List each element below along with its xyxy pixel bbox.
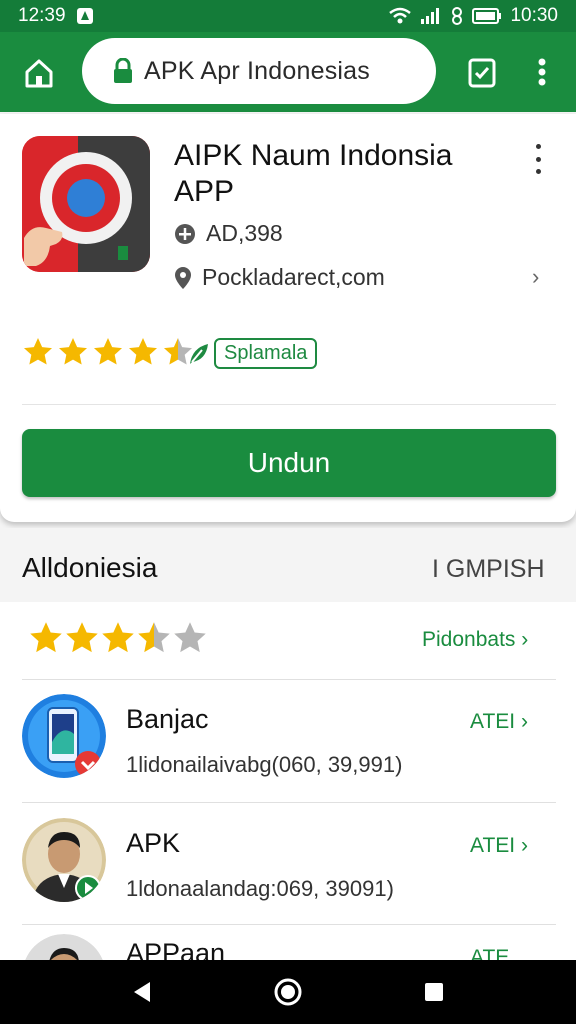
item-subtitle: 1lidonailaivabg(060, 39,991): [126, 752, 403, 777]
section-header: Alldoniesia I GMPISH: [0, 528, 576, 602]
list-item[interactable]: APPaan ATE: [0, 924, 576, 960]
section-title: Alldoniesia: [22, 552, 158, 583]
app-title: AIPK Naum Indonsia APP: [174, 138, 494, 210]
tab-switcher-icon: [468, 58, 496, 88]
app-title-line-2: APP: [174, 175, 235, 208]
back-button[interactable]: [126, 976, 158, 1008]
app-icon[interactable]: [22, 136, 150, 272]
tab-switcher-button[interactable]: [464, 54, 500, 90]
developer-row[interactable]: Pockladarect,com: [174, 264, 385, 291]
star-icon: [66, 622, 98, 653]
home-button[interactable]: [20, 54, 58, 92]
divider: [22, 802, 556, 803]
app-card: AIPK Naum Indonsia APP AD,398 Pockladare…: [0, 114, 576, 522]
leaf-icon: [190, 343, 208, 364]
notification-icon: [76, 7, 94, 25]
wifi-icon: [388, 7, 412, 25]
status-bar: 12:39 10:30: [0, 0, 576, 32]
list-item[interactable]: Banjac 1lidonailaivabg(060, 39,991) ATEI…: [0, 680, 576, 804]
list-rating: [28, 620, 208, 656]
app-size-row: AD,398: [174, 220, 283, 247]
badge-label: Splamala: [214, 338, 318, 369]
star-icon: [59, 338, 87, 365]
browser-toolbar: APK Apr Indonesias: [0, 32, 576, 112]
link-icon: [450, 6, 464, 26]
star-icon: [94, 338, 122, 365]
card-more-vert-icon[interactable]: [528, 144, 548, 174]
more-link-label: Pidonbats: [422, 628, 516, 651]
item-name: APK: [126, 828, 181, 858]
item-action-label: ATEI: [470, 834, 516, 857]
chevron-right-icon[interactable]: ›: [532, 264, 539, 290]
developer-name: Pockladarect,com: [202, 264, 385, 290]
status-clock: 10:30: [510, 5, 558, 26]
item-name: APPaan: [126, 938, 226, 960]
lock-icon: [112, 58, 134, 84]
app-rating: [22, 336, 197, 368]
browser-menu-button[interactable]: [530, 54, 554, 90]
battery-icon: [472, 7, 502, 25]
status-time: 12:39: [18, 5, 66, 26]
location-pin-icon: [175, 266, 191, 289]
divider: [22, 404, 556, 405]
shield-icon: [175, 223, 195, 244]
item-action[interactable]: ATE: [470, 946, 509, 960]
back-icon: [134, 982, 150, 1002]
star-icon: [102, 622, 134, 653]
item-name: Banjac: [126, 704, 209, 734]
chevron-right-icon: ›: [515, 628, 529, 651]
url-text: APK Apr Indonesias: [144, 56, 370, 85]
app-size: AD,398: [206, 220, 283, 246]
more-vert-icon: [538, 58, 546, 86]
home-icon: [25, 59, 53, 88]
app-avatar: [22, 934, 106, 960]
list-item[interactable]: APK 1ldonaalandag:069, 39091) ATEI ›: [0, 804, 576, 928]
signal-icon: [420, 7, 442, 25]
list-rating-row: Pidonbats ›: [0, 602, 576, 679]
chevron-right-icon: ›: [515, 834, 528, 857]
download-button[interactable]: Undun: [22, 429, 556, 497]
editor-badge: Splamala: [188, 338, 318, 369]
star-icon: [138, 622, 170, 653]
star-icon: [129, 338, 157, 365]
star-icon: [30, 622, 62, 653]
item-action: ATEI ›: [470, 834, 528, 858]
section-action-link[interactable]: I GMPISH: [432, 555, 545, 584]
home-circle-icon: [274, 978, 302, 1006]
item-action: ATEI ›: [470, 710, 528, 734]
star-icon: [24, 338, 52, 365]
home-nav-button[interactable]: [272, 976, 304, 1008]
recents-button[interactable]: [418, 976, 450, 1008]
address-bar[interactable]: APK Apr Indonesias: [82, 38, 436, 104]
system-nav-bar: [0, 960, 576, 1024]
app-avatar: [22, 818, 106, 902]
app-avatar: [22, 694, 106, 778]
recents-icon: [425, 983, 443, 1001]
app-list: Pidonbats › Banjac 1lidonailaivabg(060, …: [0, 602, 576, 960]
more-link[interactable]: Pidonbats ›: [422, 628, 528, 652]
item-subtitle: 1ldonaalandag:069, 39091): [126, 876, 394, 901]
chevron-right-icon: ›: [515, 710, 528, 733]
app-title-line-1: AIPK Naum Indonsia: [174, 139, 453, 172]
star-icon: [174, 622, 206, 653]
item-action-label: ATEI: [470, 710, 516, 733]
